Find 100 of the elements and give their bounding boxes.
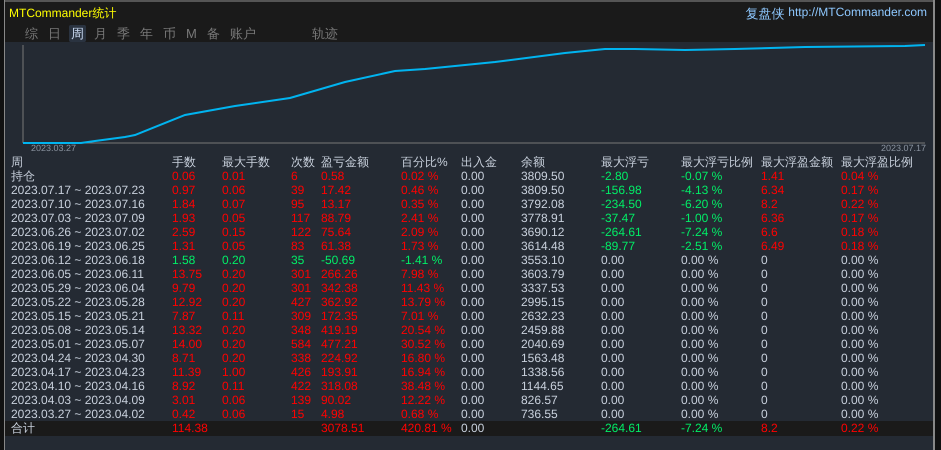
table-cell-text: 17.42 (321, 183, 352, 197)
table-cell-text: 0.20 (222, 323, 246, 337)
table-cell-text: 0.00 % (841, 351, 880, 365)
table-cell-text: 0.00 (461, 267, 486, 281)
table-cell-text: 193.91 (321, 365, 359, 379)
table-cell-text: 13.75 (172, 267, 204, 281)
table-cell-text: 0.00 % (841, 393, 880, 407)
table-cell-text: 16.80 % (401, 351, 446, 365)
table-cell-text: 0.20 (222, 351, 246, 365)
table-cell-text: 139 (291, 393, 312, 407)
table-cell-text: 0.00 (461, 309, 486, 323)
table-cell-text: 2023.06.19 ~ 2023.06.25 (11, 239, 146, 253)
table-cell-text: 13.17 (321, 197, 352, 211)
table-cell-text: 266.26 (321, 267, 359, 281)
table-cell-text: 2023.05.15 ~ 2023.05.21 (11, 309, 146, 323)
tab[interactable]: 季 (115, 25, 132, 42)
table-cell-text: 0.20 (222, 295, 246, 309)
column-header: 次数 (291, 155, 316, 169)
table-cell-text: 6 (291, 169, 299, 183)
table-cell-text: 0.11 (222, 379, 246, 393)
table-cell-text: 11.39 (172, 365, 202, 379)
table-cell-text: 0.05 (222, 239, 246, 253)
table-cell-text: 301 (291, 267, 312, 281)
table-cell-text: 8.2 (761, 421, 779, 436)
table-cell-text: -1.00 % (681, 211, 724, 225)
site-link[interactable]: http://MTCommander.com (788, 5, 927, 25)
table-cell-text: 0 (761, 295, 769, 309)
site-name: 复盘侠 (745, 5, 784, 23)
table-cell-text: 3614.48 (521, 239, 566, 253)
table-cell-text: 0.00 (601, 295, 626, 309)
table-cell-text: 2.09 % (401, 225, 440, 239)
table-cell-text: 419.19 (321, 323, 359, 337)
column-header: 手数 (172, 155, 197, 169)
table-cell-text: -6.20 % (681, 197, 724, 211)
table-cell-text: 30.52 % (401, 337, 446, 351)
tab[interactable]: 账户 (228, 25, 258, 42)
table-cell-text: -37.47 (601, 211, 636, 225)
table-cell-text: 1.84 (172, 197, 196, 211)
table-cell-text: 0.22 % (841, 197, 880, 211)
table-cell-text: 0.00 (461, 379, 486, 393)
table-cell-text: 0.00 % (841, 309, 880, 323)
column-header: 余额 (521, 155, 546, 169)
table-cell-text: 0.17 % (841, 211, 880, 225)
table-cell-text: 2023.04.10 ~ 2023.04.16 (11, 379, 146, 393)
table-cell-text: 0.00 (461, 225, 486, 239)
tab[interactable]: 周 (69, 25, 86, 42)
table-cell-text: 12.92 (172, 295, 204, 309)
table-cell-text: 3778.91 (521, 211, 566, 225)
table-cell-text: 0.22 % (841, 421, 880, 436)
table-cell-text: 0.00 (601, 267, 626, 281)
table-cell-text: 15 (291, 407, 306, 421)
tab[interactable]: M (184, 25, 199, 42)
table-cell-text: 11.43 % (401, 281, 446, 295)
table-cell-text: 0.97 (172, 183, 196, 197)
tab[interactable]: 日 (46, 25, 63, 42)
table-cell-text: 1338.56 (521, 365, 566, 379)
table-cell-text: 16.94 % (401, 365, 446, 379)
table-cell-text: 61.38 (321, 239, 352, 253)
table-cell-text: -264.61 (601, 225, 643, 239)
table-cell-text: 0.00 (461, 295, 486, 309)
table-cell-text: 3809.50 (521, 169, 566, 183)
table-cell-text: 114.38 (172, 421, 209, 436)
table-cell-text: 0.00 (601, 351, 626, 365)
tab[interactable]: 币 (161, 25, 178, 42)
table-cell-text: 39 (291, 183, 306, 197)
table-cell-text: 0.00 % (681, 407, 720, 421)
table-cell-text: 427 (291, 295, 312, 309)
tab[interactable]: 月 (92, 25, 109, 42)
table-cell-text: 318.08 (321, 379, 359, 393)
table-cell-text: 2023.05.01 ~ 2023.05.07 (11, 337, 146, 351)
table-cell-text: 8.71 (172, 351, 196, 365)
table-cell-text: 0.18 % (841, 225, 880, 239)
table-cell-text: 2023.04.17 ~ 2023.04.23 (11, 365, 146, 379)
table-cell-text: 6.34 (761, 183, 786, 197)
table-cell-text: 2023.07.17 ~ 2023.07.23 (11, 183, 146, 197)
table-cell-text: 0.46 % (401, 183, 440, 197)
table-cell-text: 0.20 (222, 281, 246, 295)
table-cell-text: 0.00 (461, 407, 486, 421)
table-cell-text: 0.18 % (841, 239, 880, 253)
table-cell-text: 3553.10 (521, 253, 566, 267)
table-cell-text: 422 (291, 379, 312, 393)
table-cell-text: 12.22 % (401, 393, 446, 407)
tab[interactable]: 年 (138, 25, 155, 42)
tab[interactable]: 备 (204, 25, 222, 42)
table-cell-text: 0 (761, 379, 769, 393)
table-cell-text: 2023.05.29 ~ 2023.06.04 (11, 281, 146, 295)
table-cell-text: 0.06 (222, 183, 246, 197)
table-cell-text: 0.00 (601, 365, 626, 379)
tab[interactable]: 综 (23, 25, 40, 42)
table-cell-text: 2023.05.08 ~ 2023.05.14 (11, 323, 146, 337)
table-cell-text: 0.00 % (841, 295, 880, 309)
table-cell-text: 0.00 (461, 239, 486, 253)
table-cell-text: 2023.05.22 ~ 2023.05.28 (11, 295, 146, 309)
table-cell-text: 0.02 % (401, 169, 440, 183)
tab[interactable]: 轨迹 (310, 25, 340, 42)
table-cell-text: 2.41 % (401, 211, 440, 225)
table-cell-text: 2040.69 (521, 337, 566, 351)
table-cell-text: 2023.03.27 ~ 2023.04.02 (11, 407, 146, 421)
table-cell-text: 1.41 (761, 169, 786, 183)
table-cell-text: 0.06 (222, 393, 246, 407)
